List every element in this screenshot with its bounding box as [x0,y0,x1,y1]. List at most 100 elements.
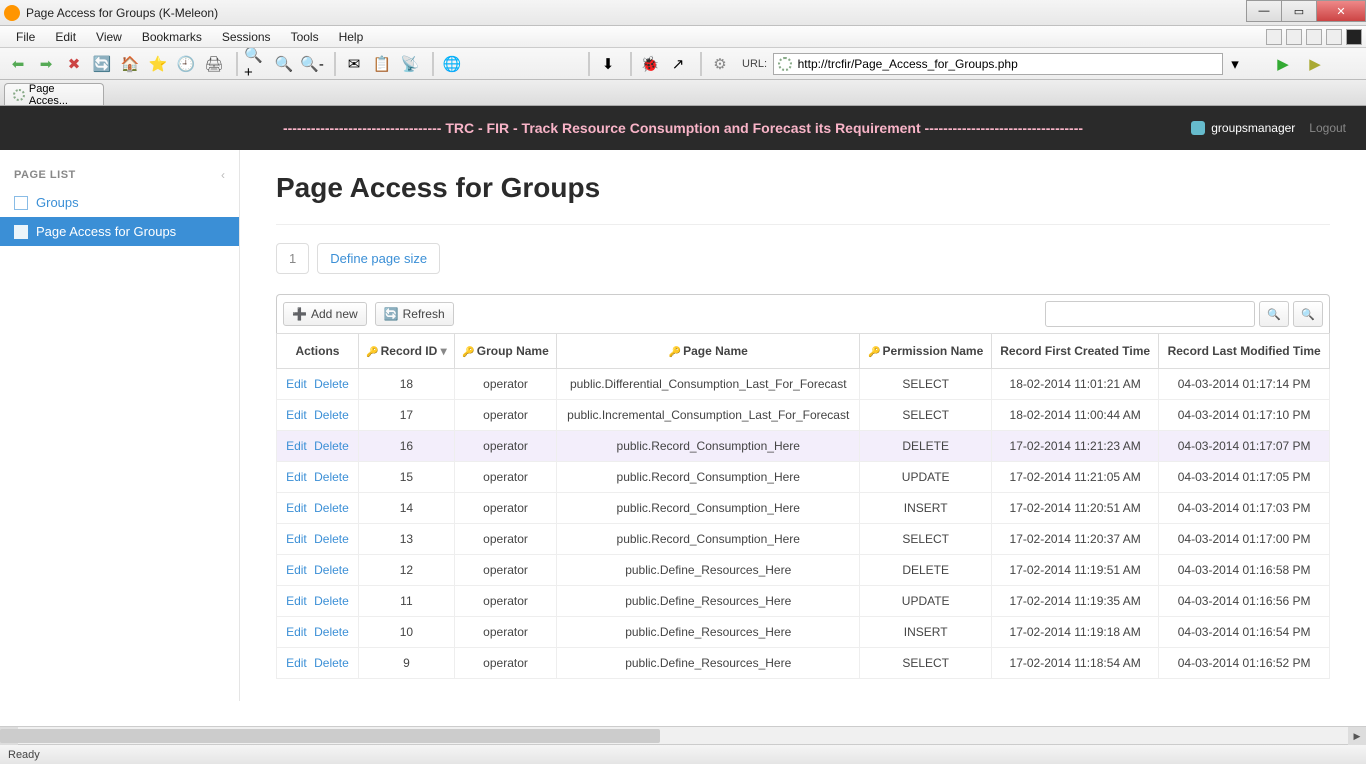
toolbar-icon[interactable] [1346,29,1362,45]
go-alt-icon[interactable]: ▶ [1303,52,1327,76]
edit-link[interactable]: Edit [286,656,307,670]
edit-link[interactable]: Edit [286,439,307,453]
edit-link[interactable]: Edit [286,470,307,484]
cell-permission: SELECT [860,648,992,679]
cell-page: public.Record_Consumption_Here [557,493,860,524]
search-button[interactable]: 🔍 [1259,301,1289,327]
edit-link[interactable]: Edit [286,625,307,639]
scroll-right-icon[interactable]: ▶ [1348,727,1366,745]
globe-icon[interactable]: 🌐 [440,52,464,76]
stop-icon[interactable]: ✖ [62,52,86,76]
share-icon[interactable]: ↗ [666,52,690,76]
main-content: Page Access for Groups 1 Define page siz… [240,150,1366,701]
collapse-icon[interactable]: ‹ [221,168,225,182]
current-user[interactable]: groupsmanager [1191,121,1295,135]
define-page-size-button[interactable]: Define page size [317,243,440,274]
search-input[interactable] [1045,301,1255,327]
column-header[interactable]: 🔑Permission Name [860,334,992,369]
back-icon[interactable]: ⬅ [6,52,30,76]
delete-link[interactable]: Delete [314,563,349,577]
menu-file[interactable]: File [6,27,45,47]
download-icon[interactable]: ⬇ [596,52,620,76]
cell-group: operator [454,648,556,679]
delete-link[interactable]: Delete [314,439,349,453]
sidebar-item[interactable]: Groups [0,188,239,217]
maximize-button[interactable]: ▭ [1281,0,1317,22]
delete-link[interactable]: Delete [314,656,349,670]
cell-modified: 04-03-2014 01:17:03 PM [1159,493,1330,524]
advanced-search-button[interactable]: 🔍 [1293,301,1323,327]
cell-page: public.Define_Resources_Here [557,586,860,617]
forward-icon[interactable]: ➡ [34,52,58,76]
menu-bookmarks[interactable]: Bookmarks [132,27,212,47]
close-button[interactable]: ✕ [1316,0,1366,22]
column-header[interactable]: Record First Created Time [992,334,1159,369]
sort-icon: ▾ [441,344,447,358]
edit-link[interactable]: Edit [286,408,307,422]
minimize-button[interactable]: — [1246,0,1282,22]
delete-link[interactable]: Delete [314,408,349,422]
toolbar-icon[interactable] [1306,29,1322,45]
delete-link[interactable]: Delete [314,470,349,484]
cell-modified: 04-03-2014 01:17:07 PM [1159,431,1330,462]
refresh-button[interactable]: 🔄 Refresh [375,302,454,326]
zoom-reset-icon[interactable]: 🔍 [272,52,296,76]
edit-link[interactable]: Edit [286,563,307,577]
cell-page: public.Define_Resources_Here [557,617,860,648]
browser-tab[interactable]: Page Acces... [4,83,104,105]
news-icon[interactable]: 📋 [370,52,394,76]
scroll-thumb[interactable] [0,729,660,743]
mail-icon[interactable]: ✉ [342,52,366,76]
toolbar-icon[interactable] [1266,29,1282,45]
url-input[interactable] [798,57,1218,71]
cell-group: operator [454,524,556,555]
go-icon[interactable]: ▶ [1271,52,1295,76]
page-number[interactable]: 1 [276,243,309,274]
bug-icon[interactable]: 🐞 [638,52,662,76]
tab-label: Page Acces... [29,83,95,107]
reload-icon[interactable]: 🔄 [90,52,114,76]
add-new-button[interactable]: ➕ Add new [283,302,367,326]
toolbar-icon[interactable] [1286,29,1302,45]
column-header[interactable]: Record Last Modified Time [1159,334,1330,369]
home-icon[interactable]: 🏠 [118,52,142,76]
edit-link[interactable]: Edit [286,501,307,515]
menu-view[interactable]: View [86,27,132,47]
delete-link[interactable]: Delete [314,625,349,639]
menu-tools[interactable]: Tools [281,27,329,47]
plus-icon: ➕ [292,307,307,321]
column-header[interactable]: Actions [277,334,359,369]
settings-icon[interactable]: ⚙ [708,52,732,76]
toolbar-icon[interactable] [1326,29,1342,45]
logout-link[interactable]: Logout [1309,121,1346,135]
edit-link[interactable]: Edit [286,532,307,546]
url-dropdown-icon[interactable]: ▾ [1223,52,1247,76]
cell-created: 17-02-2014 11:20:37 AM [992,524,1159,555]
print-icon[interactable]: 🖨 [202,52,226,76]
app-icon [4,5,20,21]
url-input-wrap[interactable] [773,53,1223,75]
delete-link[interactable]: Delete [314,594,349,608]
menu-edit[interactable]: Edit [45,27,86,47]
column-header[interactable]: 🔑Page Name [557,334,860,369]
delete-link[interactable]: Delete [314,377,349,391]
app-viewport: ---------------------------------- TRC -… [0,106,1366,726]
column-header[interactable]: 🔑Group Name [454,334,556,369]
sidebar-item[interactable]: Page Access for Groups [0,217,239,246]
horizontal-scrollbar[interactable]: ◀ ▶ [0,726,1366,744]
rss-icon[interactable]: 📡 [398,52,422,76]
menu-sessions[interactable]: Sessions [212,27,281,47]
zoom-in-icon[interactable]: 🔍+ [244,52,268,76]
edit-link[interactable]: Edit [286,594,307,608]
history-icon[interactable]: 🕘 [174,52,198,76]
column-header[interactable]: 🔑Record ID ▾ [358,334,454,369]
cell-page: public.Record_Consumption_Here [557,462,860,493]
menu-help[interactable]: Help [329,27,374,47]
key-icon: 🔑 [462,347,474,358]
cell-group: operator [454,369,556,400]
zoom-out-icon[interactable]: 🔍- [300,52,324,76]
bookmark-icon[interactable]: ⭐ [146,52,170,76]
edit-link[interactable]: Edit [286,377,307,391]
delete-link[interactable]: Delete [314,532,349,546]
delete-link[interactable]: Delete [314,501,349,515]
